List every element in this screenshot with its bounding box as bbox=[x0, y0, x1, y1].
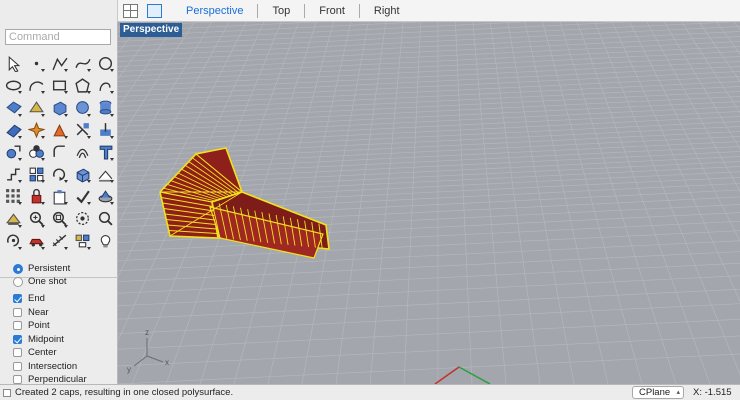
select-arrow-icon[interactable] bbox=[2, 52, 24, 74]
cplane-label: CPlane bbox=[639, 387, 671, 398]
snap-end[interactable]: End bbox=[13, 292, 45, 305]
center-checkbox[interactable] bbox=[13, 348, 22, 357]
clipboard-icon[interactable] bbox=[48, 185, 70, 207]
render-icon[interactable] bbox=[94, 185, 116, 207]
text-icon[interactable] bbox=[94, 141, 116, 163]
viewport-title[interactable]: Perspective bbox=[120, 23, 183, 37]
boolean-icon[interactable] bbox=[25, 141, 47, 163]
zoom-window-icon[interactable] bbox=[48, 207, 70, 229]
near-checkbox[interactable] bbox=[13, 307, 22, 317]
circle-icon[interactable] bbox=[94, 52, 116, 74]
extrude-icon[interactable] bbox=[48, 119, 70, 141]
move-icon[interactable] bbox=[2, 141, 24, 163]
one-shot-radio[interactable] bbox=[13, 276, 23, 287]
grid-array-icon[interactable] bbox=[2, 185, 24, 207]
split-icon[interactable] bbox=[94, 119, 116, 141]
command-input[interactable] bbox=[5, 29, 111, 45]
viewport-tabs: Perspective Top Front Right bbox=[172, 0, 414, 22]
pan-icon[interactable] bbox=[71, 207, 93, 229]
x-axis-line bbox=[434, 366, 460, 384]
zoom-in-icon[interactable] bbox=[25, 207, 47, 229]
array-icon[interactable] bbox=[25, 163, 47, 185]
tab-right[interactable]: Right bbox=[358, 4, 414, 18]
intersection-label: Intersection bbox=[28, 360, 78, 372]
cplane-select[interactable]: CPlane ▴▾ bbox=[632, 386, 684, 399]
tab-front[interactable]: Front bbox=[304, 4, 359, 18]
zoom-icon[interactable] bbox=[94, 207, 116, 229]
tool-palette bbox=[2, 52, 116, 252]
offset-icon[interactable] bbox=[71, 141, 93, 163]
y-axis-line bbox=[458, 366, 491, 384]
properties-icon[interactable] bbox=[71, 230, 93, 252]
trim-icon[interactable] bbox=[71, 119, 93, 141]
curve-icon[interactable] bbox=[71, 52, 93, 74]
point-label: Point bbox=[28, 320, 50, 331]
point-checkbox[interactable] bbox=[13, 321, 22, 330]
updown-arrow-icon: ▴▾ bbox=[676, 389, 680, 396]
arc-icon[interactable] bbox=[25, 74, 47, 96]
toolbar-spacer bbox=[0, 0, 118, 22]
light-icon[interactable] bbox=[94, 230, 116, 252]
x-axis-label: x bbox=[165, 358, 169, 367]
tab-top[interactable]: Top bbox=[257, 4, 304, 18]
axis-triad bbox=[133, 338, 164, 367]
single-viewport-icon[interactable] bbox=[147, 4, 162, 18]
snap-point[interactable]: Point bbox=[13, 319, 50, 332]
solid-edit-icon[interactable] bbox=[71, 163, 93, 185]
coordinate-readout: X: -1.515 bbox=[693, 387, 732, 398]
snap-center[interactable]: Center bbox=[13, 346, 57, 359]
cylinder-icon[interactable] bbox=[94, 96, 116, 118]
end-label: End bbox=[28, 293, 45, 304]
polygon-icon[interactable] bbox=[71, 74, 93, 96]
box-solid-icon[interactable] bbox=[48, 96, 70, 118]
sidebar: Persistent One shot End Near Point Midpo… bbox=[0, 22, 118, 385]
polysurface-object[interactable] bbox=[159, 147, 330, 259]
four-viewports-icon[interactable] bbox=[123, 4, 138, 18]
midpoint-label: Midpoint bbox=[28, 333, 64, 345]
measure-icon[interactable] bbox=[48, 230, 70, 252]
status-bar: Created 2 caps, resulting in one closed … bbox=[0, 384, 740, 400]
tab-perspective[interactable]: Perspective bbox=[172, 4, 257, 18]
rectangle-icon[interactable] bbox=[48, 74, 70, 96]
persistent-label: Persistent bbox=[28, 263, 71, 274]
rotate-view-icon[interactable] bbox=[2, 230, 24, 252]
explode-icon[interactable] bbox=[25, 119, 47, 141]
sphere-icon[interactable] bbox=[71, 96, 93, 118]
z-axis-label: z bbox=[145, 328, 149, 337]
osnap-one-shot[interactable]: One shot bbox=[13, 275, 67, 288]
rotate-icon[interactable] bbox=[48, 163, 70, 185]
ellipse-icon[interactable] bbox=[2, 74, 24, 96]
status-icon bbox=[3, 389, 11, 397]
polyline-icon[interactable] bbox=[48, 52, 70, 74]
intersection-checkbox[interactable] bbox=[13, 361, 22, 371]
center-label: Center bbox=[28, 347, 57, 358]
mesh-plane-icon[interactable] bbox=[2, 119, 24, 141]
perspective-viewport[interactable]: z x y Perspective bbox=[118, 22, 740, 384]
surface-icon[interactable] bbox=[2, 96, 24, 118]
end-checkbox[interactable] bbox=[13, 294, 22, 303]
freeform-curve-icon[interactable] bbox=[94, 74, 116, 96]
snap-midpoint[interactable]: Midpoint bbox=[13, 333, 64, 346]
surface-edge-icon[interactable] bbox=[25, 96, 47, 118]
status-message: Created 2 caps, resulting in one closed … bbox=[15, 387, 234, 398]
dimension-icon[interactable] bbox=[94, 163, 116, 185]
y-axis-label: y bbox=[127, 365, 131, 374]
check-icon[interactable] bbox=[71, 185, 93, 207]
car-icon[interactable] bbox=[25, 230, 47, 252]
one-shot-label: One shot bbox=[28, 276, 67, 287]
lock-icon[interactable] bbox=[25, 185, 47, 207]
perpendicular-checkbox[interactable] bbox=[13, 375, 22, 384]
point-icon[interactable] bbox=[25, 52, 47, 74]
near-label: Near bbox=[28, 306, 49, 318]
viewport-toolbar: Perspective Top Front Right bbox=[0, 0, 740, 22]
snap-intersection[interactable]: Intersection bbox=[13, 360, 77, 373]
fillet-icon[interactable] bbox=[48, 141, 70, 163]
persistent-radio[interactable] bbox=[13, 263, 23, 274]
midpoint-checkbox[interactable] bbox=[13, 334, 22, 344]
osnap-persistent[interactable]: Persistent bbox=[13, 262, 70, 275]
layer-icon[interactable] bbox=[2, 207, 24, 229]
viewport-scene[interactable]: z x y bbox=[118, 22, 740, 384]
snap-near[interactable]: Near bbox=[13, 306, 49, 319]
transform-icon[interactable] bbox=[2, 163, 24, 185]
